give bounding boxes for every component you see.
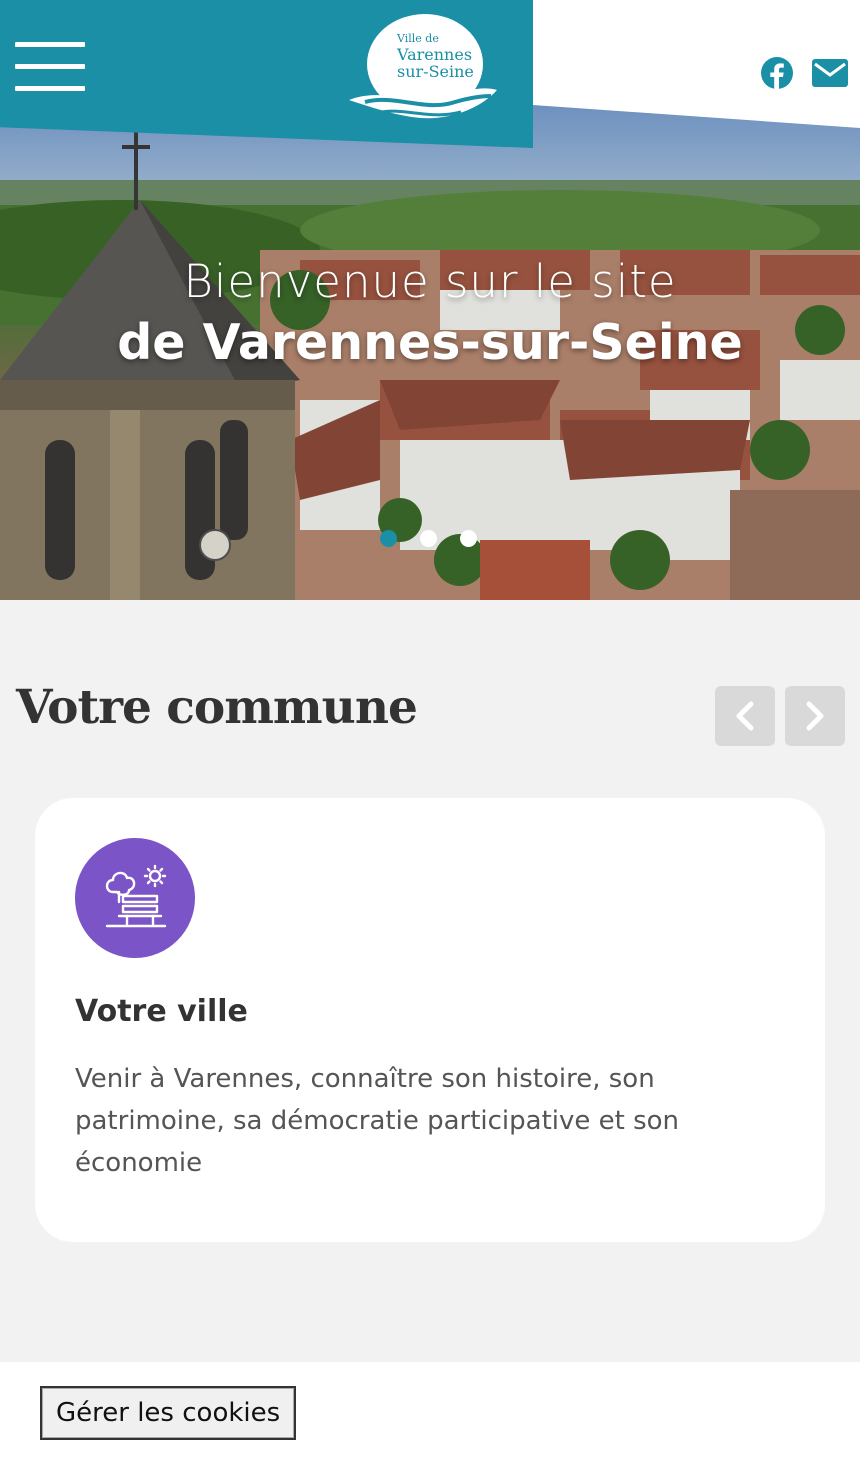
- carousel-next-button[interactable]: [785, 686, 845, 746]
- manage-cookies-button[interactable]: Gérer les cookies: [40, 1386, 297, 1440]
- chevron-left-icon: [736, 701, 754, 731]
- card-description: Venir à Varennes, connaître son histoire…: [75, 1064, 680, 1178]
- site-logo[interactable]: Ville de Varennes sur-Seine: [345, 8, 505, 130]
- hero-heading: Bienvenue sur le site de Varennes-sur-Se…: [0, 253, 860, 375]
- hamburger-icon-line: [15, 64, 85, 69]
- carousel-prev-button[interactable]: [715, 686, 775, 746]
- mail-link[interactable]: [812, 58, 848, 88]
- mail-icon: [812, 59, 848, 87]
- slider-dots: [380, 530, 477, 547]
- cookie-bar: Gérer les cookies: [0, 1362, 860, 1480]
- facebook-link[interactable]: [760, 56, 794, 90]
- commune-card[interactable]: Votre ville Venir à Varennes, connaître …: [35, 798, 825, 1242]
- logo-text-suffix: sur-Seine: [397, 62, 474, 81]
- hero-title-line1: Bienvenue sur le site: [183, 255, 677, 308]
- facebook-icon: [761, 57, 793, 90]
- menu-button[interactable]: [15, 42, 85, 92]
- card-icon-circle: [75, 838, 195, 958]
- section-title: Votre commune: [16, 680, 418, 735]
- card-title: Votre ville: [75, 994, 248, 1029]
- hamburger-icon-line: [15, 86, 85, 91]
- park-bench-tree-icon: [105, 864, 167, 928]
- hero-title-line2: de Varennes-sur-Seine: [117, 314, 743, 371]
- logo-text-small: Ville de: [397, 32, 439, 45]
- page: Bienvenue sur le site de Varennes-sur-Se…: [0, 0, 860, 1480]
- chevron-right-icon: [806, 701, 824, 731]
- slider-dot-1[interactable]: [380, 530, 397, 547]
- slider-dot-3[interactable]: [460, 530, 477, 547]
- hamburger-icon-line: [15, 42, 85, 47]
- slider-dot-2[interactable]: [420, 530, 437, 547]
